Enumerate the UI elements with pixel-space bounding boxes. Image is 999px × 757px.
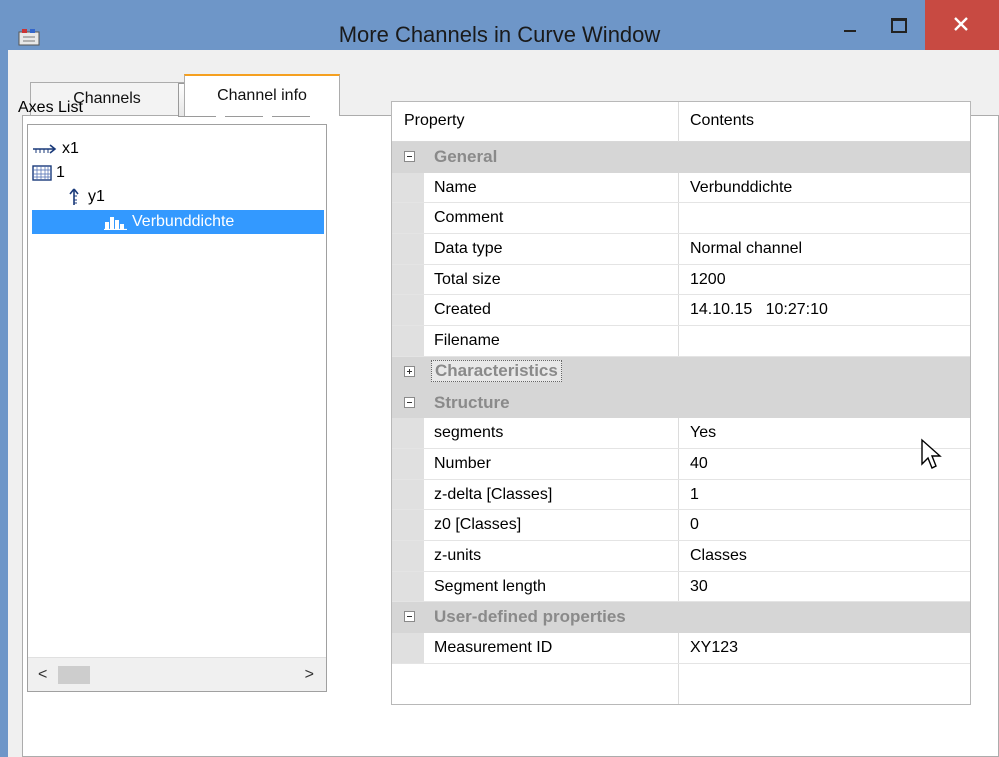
tree-node-group[interactable]: 1 xyxy=(32,161,65,185)
property-grid-header: Property Contents xyxy=(392,102,970,142)
property-row[interactable]: Created 14.10.15 10:27:10 xyxy=(392,295,970,327)
tree-node-y1[interactable]: y1 xyxy=(68,185,105,209)
property-row[interactable]: z-delta [Classes] 1 xyxy=(392,479,970,511)
maximize-icon[interactable] xyxy=(877,0,923,50)
tree-node-label: 1 xyxy=(56,164,65,181)
property-row[interactable]: Measurement ID XY123 xyxy=(392,633,970,664)
tree-node-label: Verbunddichte xyxy=(132,213,235,230)
property-name: Name xyxy=(434,178,477,196)
property-name: segments xyxy=(434,424,504,442)
property-value[interactable]: 1200 xyxy=(690,271,726,289)
category-label: Structure xyxy=(434,392,510,412)
contents-column-header: Contents xyxy=(690,112,755,129)
category-label: General xyxy=(434,147,498,166)
scroll-left-icon[interactable]: < xyxy=(38,666,47,684)
property-row[interactable]: Name Verbunddichte xyxy=(392,172,970,204)
property-value[interactable]: 14.10.15 10:27:10 xyxy=(690,301,828,319)
property-row[interactable]: Total size 1200 xyxy=(392,264,970,296)
property-name: z-delta [Classes] xyxy=(434,485,553,503)
property-row[interactable]: segments Yes xyxy=(392,418,970,449)
property-name: Segment length xyxy=(434,577,547,595)
property-name: Data type xyxy=(434,240,503,258)
property-row[interactable]: Segment length 30 xyxy=(392,571,970,603)
property-row[interactable]: Comment xyxy=(392,203,970,235)
tree-node-label: x1 xyxy=(62,140,79,157)
property-row[interactable]: z-units Classes xyxy=(392,540,970,572)
y-axis-icon xyxy=(69,188,79,205)
collapse-icon[interactable] xyxy=(404,151,415,162)
grid-icon xyxy=(32,165,52,181)
property-row[interactable]: Number 40 xyxy=(392,448,970,480)
close-icon[interactable] xyxy=(925,0,999,50)
tree-node-label: y1 xyxy=(88,188,105,205)
property-name: Total size xyxy=(434,270,501,288)
tree-node-channel-selected[interactable]: Verbunddichte xyxy=(32,210,324,234)
axes-list-label: Axes List xyxy=(18,99,83,116)
property-row[interactable]: Filename xyxy=(392,326,970,357)
property-value[interactable]: Classes xyxy=(690,547,747,565)
property-column-header: Property xyxy=(404,112,465,129)
tree-node-x1[interactable]: x1 xyxy=(32,137,79,161)
category-characteristics[interactable]: Characteristics xyxy=(392,356,970,388)
scroll-right-icon[interactable]: > xyxy=(305,666,314,684)
x-axis-icon xyxy=(33,144,57,154)
collapse-icon[interactable] xyxy=(404,396,415,408)
category-structure[interactable]: Structure xyxy=(392,387,970,419)
category-general[interactable]: General xyxy=(392,142,970,173)
histogram-icon xyxy=(104,216,127,230)
category-user-defined[interactable]: User-defined properties xyxy=(392,602,970,633)
property-name: Filename xyxy=(434,332,500,350)
property-grid[interactable]: Property Contents General Name Verbunddi… xyxy=(391,101,971,705)
property-row[interactable]: Data type Normal channel xyxy=(392,234,970,265)
property-value[interactable]: 30 xyxy=(690,578,708,596)
property-value[interactable]: Verbunddichte xyxy=(690,179,792,197)
horizontal-scrollbar[interactable]: < > xyxy=(28,657,326,691)
window-border xyxy=(0,0,8,757)
mouse-pointer-icon xyxy=(921,438,942,469)
property-row[interactable]: z0 [Classes] 0 xyxy=(392,510,970,541)
property-value[interactable]: Normal channel xyxy=(690,240,802,258)
category-label: User-defined properties xyxy=(434,607,626,627)
property-name: Created xyxy=(434,301,491,319)
collapse-icon[interactable] xyxy=(404,611,415,623)
category-label: Characteristics xyxy=(431,359,562,382)
property-name: Comment xyxy=(434,209,504,227)
tab-channel-info[interactable]: Channel info xyxy=(184,74,340,116)
property-name: z-units xyxy=(434,546,482,564)
expand-icon[interactable] xyxy=(404,365,415,377)
property-value[interactable]: 1 xyxy=(690,486,699,504)
property-value[interactable]: Yes xyxy=(690,424,716,442)
property-value[interactable]: XY123 xyxy=(690,639,738,657)
property-value[interactable]: 40 xyxy=(690,455,708,473)
axes-tree[interactable]: x1 1 y1 Verbunddichte < > xyxy=(27,124,327,692)
property-value[interactable]: 0 xyxy=(690,516,699,534)
property-name: z0 [Classes] xyxy=(434,516,522,534)
property-name: Number xyxy=(434,454,491,472)
scroll-thumb[interactable] xyxy=(58,666,90,684)
property-name: Measurement ID xyxy=(434,639,553,656)
minimize-icon[interactable] xyxy=(830,0,876,50)
